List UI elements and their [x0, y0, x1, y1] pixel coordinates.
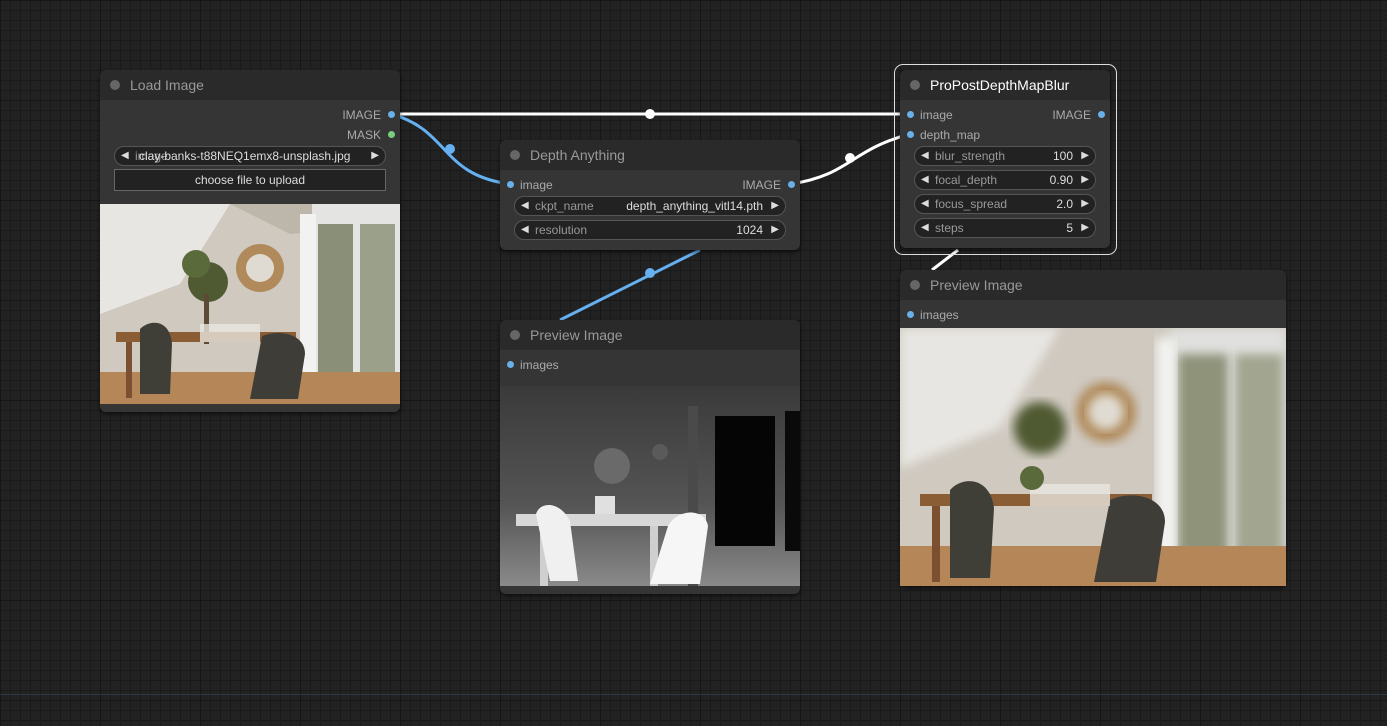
input-label-image: image — [520, 178, 553, 192]
prev-arrow-icon[interactable]: ◀ — [521, 197, 529, 215]
steps-number[interactable]: ◀ steps 5 ▶ — [914, 218, 1096, 238]
focus-spread-number[interactable]: ◀ focus_spread 2.0 ▶ — [914, 194, 1096, 214]
widget-value: depth_anything_vitl14.pth — [626, 199, 763, 213]
loaded-image-preview — [100, 204, 400, 404]
focal-depth-number[interactable]: ◀ focal_depth 0.90 ▶ — [914, 170, 1096, 190]
link-midpoint — [845, 153, 855, 163]
input-slot-images[interactable] — [907, 311, 914, 318]
node-title-bar[interactable]: Load Image — [100, 70, 400, 100]
input-label-images: images — [920, 308, 959, 322]
collapse-dot-icon[interactable] — [510, 150, 520, 160]
widget-value: 100 — [1052, 149, 1073, 163]
output-label-image: IMAGE — [1052, 108, 1091, 122]
decrement-arrow-icon[interactable]: ◀ — [921, 147, 929, 165]
depth-anything-node[interactable]: Depth Anything image IMAGE ◀ ckpt_name d… — [500, 140, 800, 250]
node-title: Depth Anything — [530, 147, 625, 163]
prev-arrow-icon[interactable]: ◀ — [121, 147, 129, 165]
widget-label: focal_depth — [935, 173, 998, 187]
link-midpoint — [645, 268, 655, 278]
widget-value: 5 — [1066, 221, 1073, 235]
output-label-image: IMAGE — [342, 108, 381, 122]
image-file-combo[interactable]: ◀ image clay-banks-t88NEQ1emx8-unsplash.… — [114, 146, 386, 166]
depth-map-preview — [500, 386, 800, 586]
load-image-node[interactable]: Load Image IMAGE MASK ◀ image clay-banks… — [100, 70, 400, 412]
next-arrow-icon[interactable]: ▶ — [771, 197, 779, 215]
widget-label: focus_spread — [935, 197, 1008, 211]
collapse-dot-icon[interactable] — [510, 330, 520, 340]
output-label-mask: MASK — [346, 128, 381, 142]
upload-button[interactable]: choose file to upload — [114, 169, 386, 191]
link-midpoint — [645, 109, 655, 119]
increment-arrow-icon[interactable]: ▶ — [771, 221, 779, 239]
decrement-arrow-icon[interactable]: ◀ — [921, 195, 929, 213]
collapse-dot-icon[interactable] — [910, 80, 920, 90]
output-slot-image[interactable] — [388, 111, 395, 118]
node-title: Preview Image — [530, 327, 623, 343]
input-slot-depth-map[interactable] — [907, 131, 914, 138]
link-depth-to-preview — [559, 248, 701, 322]
widget-value: 0.90 — [1049, 173, 1073, 187]
decrement-arrow-icon[interactable]: ◀ — [921, 171, 929, 189]
output-slot-image[interactable] — [788, 181, 795, 188]
input-label-images: images — [520, 358, 559, 372]
increment-arrow-icon[interactable]: ▶ — [1081, 147, 1089, 165]
decrement-arrow-icon[interactable]: ◀ — [921, 219, 929, 237]
increment-arrow-icon[interactable]: ▶ — [1081, 195, 1089, 213]
collapse-dot-icon[interactable] — [910, 280, 920, 290]
blur-strength-number[interactable]: ◀ blur_strength 100 ▶ — [914, 146, 1096, 166]
input-slot-image[interactable] — [507, 181, 514, 188]
node-title-bar[interactable]: Preview Image — [900, 270, 1286, 300]
node-title-bar[interactable]: Depth Anything — [500, 140, 800, 170]
widget-label: resolution — [535, 223, 588, 237]
output-label-image: IMAGE — [742, 178, 781, 192]
node-title-bar[interactable]: ProPostDepthMapBlur — [900, 70, 1110, 100]
ckpt-name-combo[interactable]: ◀ ckpt_name depth_anything_vitl14.pth ▶ — [514, 196, 786, 216]
node-title: Preview Image — [930, 277, 1023, 293]
node-title: Load Image — [130, 77, 204, 93]
increment-arrow-icon[interactable]: ▶ — [1081, 171, 1089, 189]
widget-value: 2.0 — [1056, 197, 1073, 211]
collapse-dot-icon[interactable] — [110, 80, 120, 90]
preview-image-blur-node[interactable]: Preview Image images — [900, 270, 1286, 586]
widget-label: steps — [935, 221, 964, 235]
widget-label: ckpt_name — [535, 199, 594, 213]
output-slot-image[interactable] — [1098, 111, 1105, 118]
input-label-image: image — [920, 108, 953, 122]
blurred-result-preview — [900, 328, 1286, 586]
node-title: ProPostDepthMapBlur — [930, 77, 1070, 93]
widget-value: 1024 — [736, 223, 763, 237]
resolution-number[interactable]: ◀ resolution 1024 ▶ — [514, 220, 786, 240]
input-slot-images[interactable] — [507, 361, 514, 368]
preview-image-depth-node[interactable]: Preview Image images — [500, 320, 800, 594]
link-midpoint — [445, 144, 455, 154]
next-arrow-icon[interactable]: ▶ — [371, 147, 379, 165]
output-slot-mask[interactable] — [388, 131, 395, 138]
input-slot-image[interactable] — [907, 111, 914, 118]
node-title-bar[interactable]: Preview Image — [500, 320, 800, 350]
decrement-arrow-icon[interactable]: ◀ — [521, 221, 529, 239]
widget-label: blur_strength — [935, 149, 1006, 163]
input-label-depth-map: depth_map — [920, 128, 981, 142]
increment-arrow-icon[interactable]: ▶ — [1081, 219, 1089, 237]
propost-depthmap-blur-node[interactable]: ProPostDepthMapBlur image IMAGE depth_ma… — [900, 70, 1110, 248]
combo-value: clay-banks-t88NEQ1emx8-unsplash.jpg — [139, 149, 351, 163]
